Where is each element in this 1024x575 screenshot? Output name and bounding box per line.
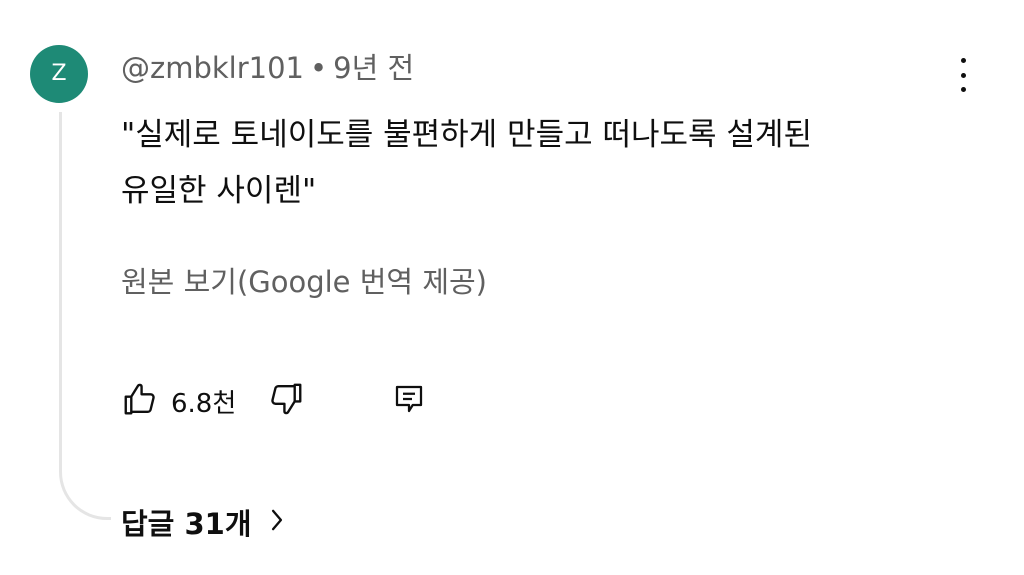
- thumb-up-icon: [121, 380, 159, 422]
- comment-text-line-1: "실제로 토네이도를 불편하게 만들고 떠나도록 설계된: [121, 117, 812, 153]
- comment-time: 9년 전: [333, 51, 415, 85]
- reply-icon: [391, 385, 427, 422]
- comment-text: "실제로 토네이도를 불편하게 만들고 떠나도록 설계된 유일한 사이렌": [121, 107, 941, 219]
- like-count: 6.8천: [171, 388, 237, 419]
- like-button[interactable]: 6.8천: [121, 378, 236, 424]
- replies-toggle[interactable]: 답글 31개: [121, 500, 288, 544]
- dislike-button[interactable]: [267, 380, 305, 422]
- avatar-letter: Z: [51, 61, 67, 86]
- avatar[interactable]: Z: [30, 45, 88, 103]
- comment-actions: 6.8천: [121, 378, 461, 424]
- comment-card: Z @zmbklr101 • 9년 전 "실제로 토네이도를 불편하게 만들고 떠나…: [0, 0, 1024, 575]
- reply-button[interactable]: [391, 380, 427, 422]
- comment-text-line-2: 유일한 사이렌": [121, 173, 317, 209]
- chevron-right-icon: [252, 507, 288, 537]
- thread-line: [59, 112, 111, 520]
- see-original-link[interactable]: 원본 보기(Google 번역 제공): [121, 262, 487, 302]
- more-vert-icon[interactable]: [950, 58, 976, 92]
- thumb-down-icon: [267, 383, 305, 422]
- header-separator: •: [310, 51, 328, 85]
- replies-label: 답글 31개: [121, 507, 252, 541]
- comment-header: @zmbklr101 • 9년 전: [121, 50, 414, 86]
- author-name[interactable]: @zmbklr101: [121, 51, 304, 85]
